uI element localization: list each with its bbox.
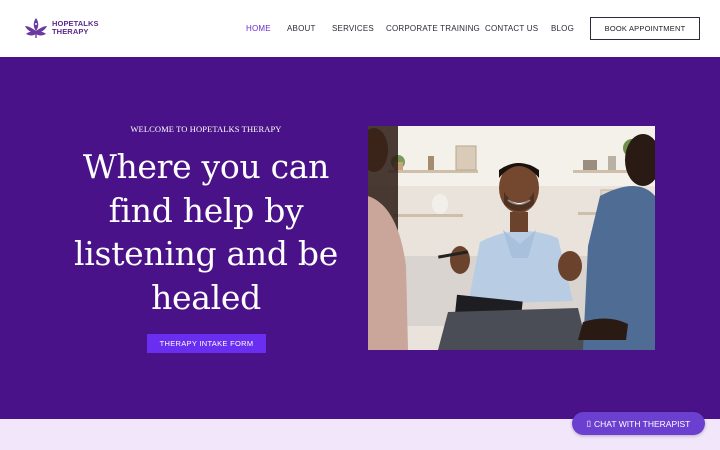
chat-button-label: CHAT WITH THERAPIST bbox=[594, 418, 691, 429]
site-header: HOPETALKS THERAPY HOME ABOUT SERVICES CO… bbox=[0, 0, 720, 57]
brand-name: HOPETALKS THERAPY bbox=[52, 19, 99, 37]
lotus-icon bbox=[25, 18, 47, 38]
hero-section: WELCOME TO HOPETALKS THERAPY Where you c… bbox=[0, 57, 720, 419]
nav-item-services[interactable]: SERVICES bbox=[332, 23, 374, 35]
book-appointment-button[interactable]: BOOK APPOINTMENT bbox=[590, 17, 700, 40]
nav-item-home[interactable]: HOME bbox=[246, 23, 271, 35]
brand-logo[interactable]: HOPETALKS THERAPY bbox=[22, 14, 102, 42]
brand-name-line2: THERAPY bbox=[52, 27, 89, 36]
hero-headline: Where you can find help by listening and… bbox=[74, 147, 338, 317]
therapy-intake-form-button[interactable]: THERAPY INTAKE FORM bbox=[147, 334, 266, 353]
chat-with-therapist-button[interactable]: ▯ CHAT WITH THERAPIST bbox=[572, 412, 705, 435]
nav-item-about[interactable]: ABOUT bbox=[287, 23, 316, 35]
nav-item-contact-us[interactable]: CONTACT US bbox=[485, 23, 538, 35]
nav-item-blog[interactable]: BLOG bbox=[551, 23, 574, 35]
therapy-session-photo bbox=[368, 126, 655, 350]
hero-eyebrow: WELCOME TO HOPETALKS THERAPY bbox=[130, 124, 282, 134]
chat-icon: ▯ bbox=[586, 419, 592, 428]
nav-item-corporate-training[interactable]: CORPORATE TRAINING bbox=[386, 23, 480, 35]
